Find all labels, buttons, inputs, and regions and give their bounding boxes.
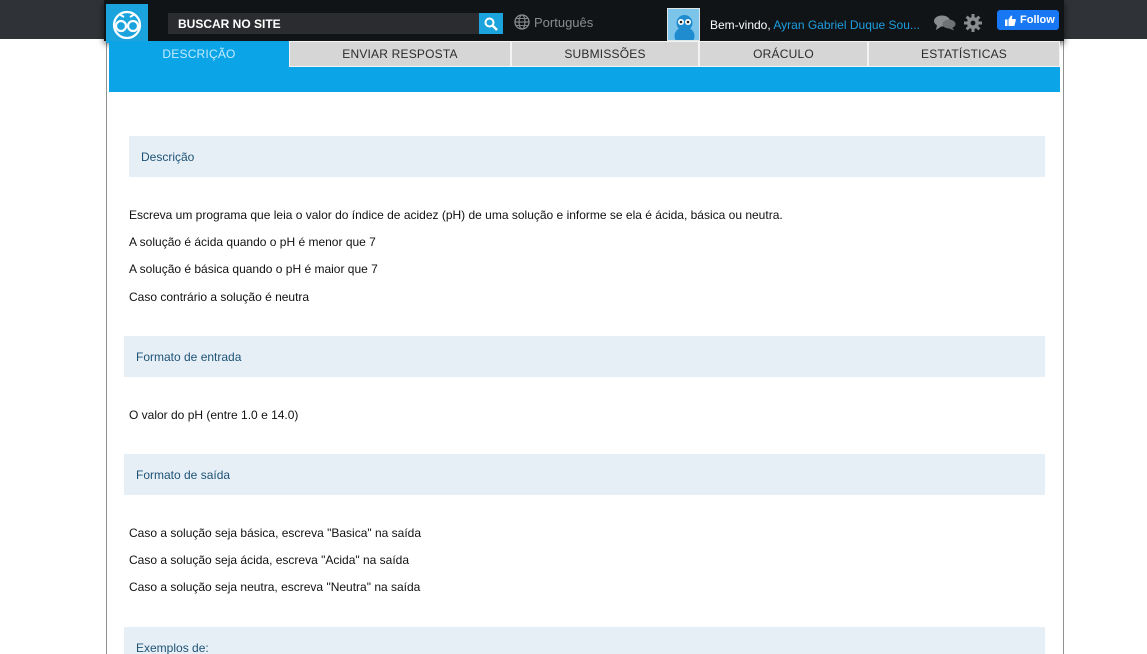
tab-submissoes[interactable]: SUBMISSÕES: [511, 41, 699, 67]
tab-descricao[interactable]: DESCRIÇÃO: [109, 41, 289, 67]
user-name-link[interactable]: Ayran Gabriel Duque Sou...: [773, 18, 920, 32]
settings-button[interactable]: [964, 14, 982, 37]
description-heading: Descrição: [129, 136, 1045, 177]
output-format-line: Caso a solução seja neutra, escreva "Neu…: [129, 580, 421, 594]
language-selector[interactable]: Português: [514, 14, 593, 30]
description-line: Caso contrário a solução é neutra: [129, 290, 310, 304]
output-format-heading: Formato de saída: [124, 454, 1045, 495]
examples-heading: Exemplos de:: [124, 627, 1045, 654]
language-label: Português: [534, 14, 594, 30]
problem-tabs: DESCRIÇÃO ENVIAR RESPOSTA SUBMISSÕES ORÁ…: [109, 41, 1060, 67]
gear-icon: [964, 14, 982, 32]
tab-content-band: [109, 67, 1060, 92]
description-line: A solução é básica quando o pH é maior q…: [129, 262, 378, 276]
output-format-line: Caso a solução seja básica, escreva "Bas…: [129, 526, 422, 540]
owl-logo-icon: [112, 10, 142, 39]
site-logo[interactable]: [106, 4, 148, 43]
description-line: Escreva um programa que leia o valor do …: [129, 208, 783, 222]
input-format-heading: Formato de entrada: [124, 336, 1045, 377]
search-button[interactable]: [479, 13, 503, 34]
top-navigation-bar: Português Bem-vindo, Ayran Gabriel Duque…: [104, 0, 1064, 43]
chat-bubbles-icon: [934, 15, 956, 31]
tab-enviar-resposta[interactable]: ENVIAR RESPOSTA: [289, 41, 511, 67]
owl-avatar-icon: [668, 9, 699, 40]
tab-estatisticas[interactable]: ESTATÍSTICAS: [868, 41, 1060, 67]
search-input[interactable]: [168, 13, 479, 34]
messages-button[interactable]: [934, 15, 956, 36]
follow-label: Follow: [1020, 14, 1055, 26]
output-format-line: Caso a solução seja ácida, escreva "Acid…: [129, 553, 410, 567]
input-format-line: O valor do pH (entre 1.0 e 14.0): [129, 408, 299, 422]
facebook-follow-button[interactable]: Follow: [997, 10, 1059, 30]
tab-oraculo[interactable]: ORÁCULO: [699, 41, 868, 67]
welcome-message: Bem-vindo, Ayran Gabriel Duque Sou...: [710, 18, 920, 32]
search-icon: [484, 17, 498, 31]
welcome-label: Bem-vindo,: [710, 18, 771, 32]
description-line: A solução é ácida quando o pH é menor qu…: [129, 235, 376, 249]
thumbs-up-icon: [1005, 15, 1016, 26]
avatar[interactable]: [667, 8, 700, 41]
globe-icon: [514, 14, 530, 30]
